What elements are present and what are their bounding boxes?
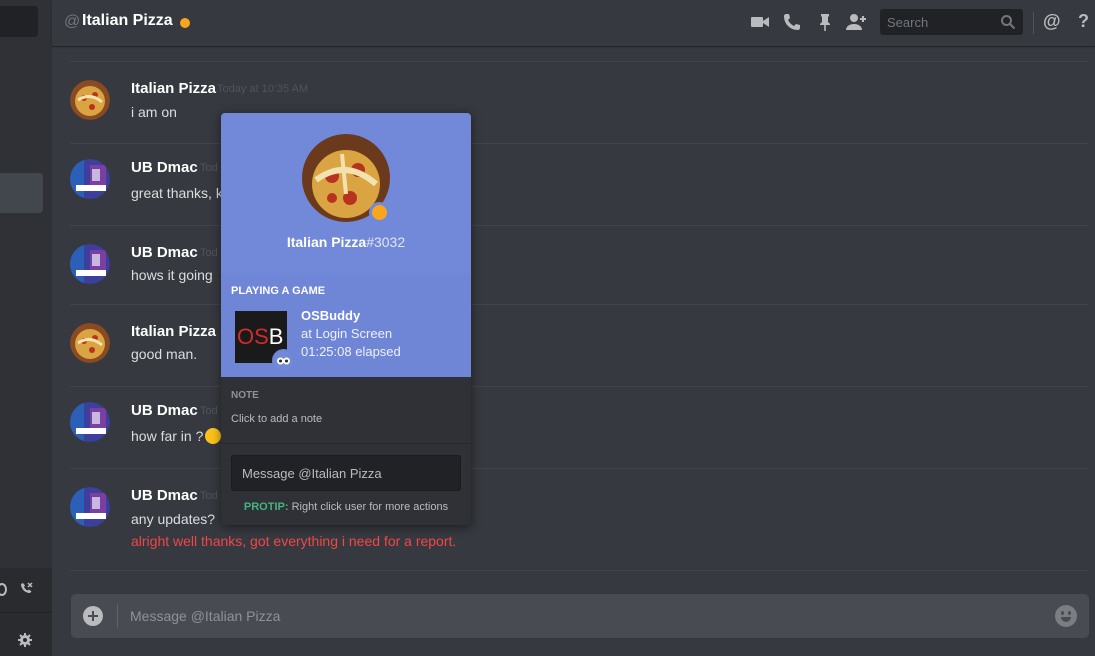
sidebar-search-box[interactable] xyxy=(0,6,38,37)
message-author[interactable]: UB Dmac xyxy=(131,487,198,504)
mention-icon[interactable]: @ xyxy=(1043,11,1061,32)
avatar[interactable] xyxy=(70,159,110,199)
game-details: at Login Screen xyxy=(301,326,393,341)
message-text: great thanks, k xyxy=(131,185,223,201)
protip-label: PROTIP: xyxy=(243,501,289,513)
avatar[interactable] xyxy=(70,323,110,363)
note-header: NOTE xyxy=(231,390,259,401)
username: Italian Pizza xyxy=(286,234,367,250)
message-text: i am on xyxy=(131,104,177,120)
message-input[interactable]: Message @Italian Pizza xyxy=(130,608,280,624)
game-name: OSBuddy xyxy=(301,308,361,323)
composer-divider xyxy=(117,604,118,628)
header-divider xyxy=(1033,12,1034,34)
message-text: good man. xyxy=(131,346,198,362)
message-composer: Message @Italian Pizza xyxy=(71,594,1089,638)
help-icon[interactable]: ? xyxy=(1078,11,1089,32)
idle-status-icon xyxy=(180,18,190,28)
phone-call-icon[interactable] xyxy=(782,12,802,32)
popout-divider xyxy=(221,443,471,444)
popout-header: Italian Pizza#3032 xyxy=(221,113,471,273)
emoji-picker-icon[interactable] xyxy=(1055,605,1077,627)
message-author[interactable]: Italian Pizza xyxy=(131,80,216,97)
message-timestamp: Today at 10:35 AM xyxy=(217,83,309,95)
protip: PROTIP: Right click user for more action… xyxy=(221,501,471,513)
message-divider xyxy=(70,61,1088,62)
popout-message-placeholder: Message @Italian Pizza xyxy=(242,466,382,481)
message-author[interactable]: UB Dmac xyxy=(131,402,198,419)
channel-header: @ Italian Pizza Search @ ? xyxy=(52,0,1095,46)
video-call-icon[interactable] xyxy=(750,12,770,32)
search-input[interactable]: Search xyxy=(880,9,1023,35)
message-text: how far in ? xyxy=(131,428,222,444)
message-text: hows it going xyxy=(131,267,213,283)
game-icon-text: B xyxy=(268,324,284,349)
message-timestamp: Tod xyxy=(200,405,218,417)
message-author[interactable]: UB Dmac xyxy=(131,244,198,261)
message-text: any updates? xyxy=(131,511,216,527)
channel-title: Italian Pizza xyxy=(82,12,173,29)
activity-section: PLAYING A GAME OSB OSBuddy at Login Scre… xyxy=(221,273,471,377)
avatar[interactable] xyxy=(70,487,110,527)
protip-text: Right click user for more actions xyxy=(291,501,449,513)
smile-emoji-icon xyxy=(205,428,222,444)
channel-sidebar xyxy=(0,0,52,656)
add-friend-icon[interactable] xyxy=(845,12,867,32)
message-timestamp: Tod xyxy=(200,490,218,502)
message-author[interactable]: UB Dmac xyxy=(131,159,198,176)
popout-message-input[interactable]: Message @Italian Pizza xyxy=(231,455,461,491)
settings-gear-icon[interactable] xyxy=(17,632,33,648)
avatar[interactable] xyxy=(70,244,110,284)
game-icon-text: OS xyxy=(237,324,269,349)
disconnect-call-icon[interactable] xyxy=(18,580,34,596)
activity-header: PLAYING A GAME xyxy=(231,285,326,297)
note-input[interactable]: Click to add a note xyxy=(231,413,322,425)
avatar[interactable] xyxy=(70,402,110,442)
idle-status-icon xyxy=(369,202,390,223)
user-popout: Italian Pizza#3032 PLAYING A GAME OSB OS… xyxy=(221,113,471,525)
avatar[interactable] xyxy=(70,80,110,120)
popout-username: Italian Pizza#3032 xyxy=(221,234,471,250)
search-icon xyxy=(1001,15,1016,30)
dm-at-icon: @ xyxy=(64,13,81,30)
message-timestamp: Tod xyxy=(200,247,218,259)
failed-message-text: alright well thanks, got everything i ne… xyxy=(131,533,457,549)
user-panel-divider xyxy=(0,612,52,613)
game-badge-icon xyxy=(272,349,295,372)
discriminator: #3032 xyxy=(366,234,406,250)
message-divider xyxy=(70,570,1088,571)
sidebar-item-selected[interactable] xyxy=(0,173,43,213)
upload-plus-icon[interactable] xyxy=(83,606,103,626)
message-timestamp: Tod xyxy=(200,162,218,174)
search-placeholder: Search xyxy=(887,15,929,30)
game-elapsed: 01:25:08 elapsed xyxy=(301,344,401,359)
message-author[interactable]: Italian Pizza xyxy=(131,323,216,340)
message-text-content: how far in ? xyxy=(131,428,204,444)
pin-icon[interactable] xyxy=(815,12,835,32)
